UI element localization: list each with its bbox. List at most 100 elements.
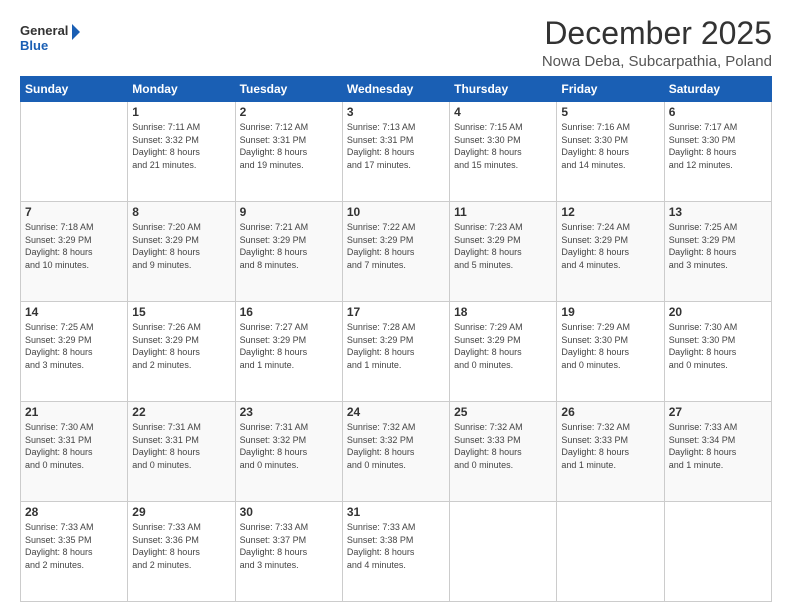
day-number: 8 — [132, 205, 230, 219]
day-number: 9 — [240, 205, 338, 219]
day-info: Sunrise: 7:26 AM Sunset: 3:29 PM Dayligh… — [132, 321, 230, 371]
day-info: Sunrise: 7:32 AM Sunset: 3:33 PM Dayligh… — [561, 421, 659, 471]
header-day-friday: Friday — [557, 77, 664, 102]
calendar-cell: 5 Sunrise: 7:16 AM Sunset: 3:30 PM Daylig… — [557, 102, 664, 202]
calendar-cell: 30 Sunrise: 7:33 AM Sunset: 3:37 PM Dayli… — [235, 502, 342, 602]
svg-text:General: General — [20, 23, 68, 38]
calendar-cell: 10 Sunrise: 7:22 AM Sunset: 3:29 PM Dayli… — [342, 202, 449, 302]
day-info: Sunrise: 7:29 AM Sunset: 3:29 PM Dayligh… — [454, 321, 552, 371]
calendar-cell: 1 Sunrise: 7:11 AM Sunset: 3:32 PM Daylig… — [128, 102, 235, 202]
day-number: 16 — [240, 305, 338, 319]
day-number: 15 — [132, 305, 230, 319]
calendar-cell: 18 Sunrise: 7:29 AM Sunset: 3:29 PM Dayli… — [450, 302, 557, 402]
day-number: 11 — [454, 205, 552, 219]
day-info: Sunrise: 7:31 AM Sunset: 3:32 PM Dayligh… — [240, 421, 338, 471]
day-info: Sunrise: 7:16 AM Sunset: 3:30 PM Dayligh… — [561, 121, 659, 171]
calendar-week-2: 14 Sunrise: 7:25 AM Sunset: 3:29 PM Dayli… — [21, 302, 772, 402]
page: General Blue December 2025 Nowa Deba, Su… — [0, 0, 792, 612]
calendar-header-row: SundayMondayTuesdayWednesdayThursdayFrid… — [21, 77, 772, 102]
day-number: 24 — [347, 405, 445, 419]
calendar-cell: 19Sunrise: 7:29 AM Sunset: 3:30 PM Dayli… — [557, 302, 664, 402]
day-info: Sunrise: 7:15 AM Sunset: 3:30 PM Dayligh… — [454, 121, 552, 171]
calendar-cell: 20 Sunrise: 7:30 AM Sunset: 3:30 PM Dayli… — [664, 302, 771, 402]
calendar-cell: 21 Sunrise: 7:30 AM Sunset: 3:31 PM Dayli… — [21, 402, 128, 502]
calendar-cell — [664, 502, 771, 602]
calendar-cell: 6Sunrise: 7:17 AM Sunset: 3:30 PM Daylig… — [664, 102, 771, 202]
day-number: 30 — [240, 505, 338, 519]
header-day-tuesday: Tuesday — [235, 77, 342, 102]
day-info: Sunrise: 7:33 AM Sunset: 3:35 PM Dayligh… — [25, 521, 123, 571]
day-info: Sunrise: 7:21 AM Sunset: 3:29 PM Dayligh… — [240, 221, 338, 271]
day-info: Sunrise: 7:33 AM Sunset: 3:38 PM Dayligh… — [347, 521, 445, 571]
day-info: Sunrise: 7:30 AM Sunset: 3:30 PM Dayligh… — [669, 321, 767, 371]
day-number: 14 — [25, 305, 123, 319]
logo: General Blue — [20, 20, 80, 56]
day-info: Sunrise: 7:18 AM Sunset: 3:29 PM Dayligh… — [25, 221, 123, 271]
day-info: Sunrise: 7:30 AM Sunset: 3:31 PM Dayligh… — [25, 421, 123, 471]
calendar-cell: 29 Sunrise: 7:33 AM Sunset: 3:36 PM Dayli… — [128, 502, 235, 602]
header-day-wednesday: Wednesday — [342, 77, 449, 102]
title-block: December 2025 Nowa Deba, Subcarpathia, P… — [542, 16, 772, 70]
calendar-table: SundayMondayTuesdayWednesdayThursdayFrid… — [20, 76, 772, 602]
day-number: 10 — [347, 205, 445, 219]
day-info: Sunrise: 7:25 AM Sunset: 3:29 PM Dayligh… — [25, 321, 123, 371]
day-number: 26 — [561, 405, 659, 419]
day-number: 28 — [25, 505, 123, 519]
day-info: Sunrise: 7:27 AM Sunset: 3:29 PM Dayligh… — [240, 321, 338, 371]
calendar-cell: 15 Sunrise: 7:26 AM Sunset: 3:29 PM Dayli… — [128, 302, 235, 402]
day-number: 25 — [454, 405, 552, 419]
day-info: Sunrise: 7:32 AM Sunset: 3:32 PM Dayligh… — [347, 421, 445, 471]
header-day-monday: Monday — [128, 77, 235, 102]
calendar-cell: 24 Sunrise: 7:32 AM Sunset: 3:32 PM Dayli… — [342, 402, 449, 502]
day-number: 17 — [347, 305, 445, 319]
calendar-cell: 9 Sunrise: 7:21 AM Sunset: 3:29 PM Daylig… — [235, 202, 342, 302]
day-number: 22 — [132, 405, 230, 419]
calendar-cell: 7 Sunrise: 7:18 AM Sunset: 3:29 PM Daylig… — [21, 202, 128, 302]
day-info: Sunrise: 7:33 AM Sunset: 3:34 PM Dayligh… — [669, 421, 767, 471]
calendar-cell — [450, 502, 557, 602]
day-info: Sunrise: 7:13 AM Sunset: 3:31 PM Dayligh… — [347, 121, 445, 171]
calendar-cell: 11 Sunrise: 7:23 AM Sunset: 3:29 PM Dayli… — [450, 202, 557, 302]
day-number: 29 — [132, 505, 230, 519]
day-number: 6 — [669, 105, 767, 119]
day-number: 13 — [669, 205, 767, 219]
calendar-cell — [557, 502, 664, 602]
calendar-cell — [21, 102, 128, 202]
calendar-cell: 14 Sunrise: 7:25 AM Sunset: 3:29 PM Dayli… — [21, 302, 128, 402]
calendar-week-3: 21 Sunrise: 7:30 AM Sunset: 3:31 PM Dayli… — [21, 402, 772, 502]
day-info: Sunrise: 7:24 AM Sunset: 3:29 PM Dayligh… — [561, 221, 659, 271]
day-info: Sunrise: 7:33 AM Sunset: 3:37 PM Dayligh… — [240, 521, 338, 571]
day-info: Sunrise: 7:11 AM Sunset: 3:32 PM Dayligh… — [132, 121, 230, 171]
subtitle: Nowa Deba, Subcarpathia, Poland — [542, 53, 772, 70]
day-number: 21 — [25, 405, 123, 419]
header: General Blue December 2025 Nowa Deba, Su… — [20, 16, 772, 70]
day-info: Sunrise: 7:23 AM Sunset: 3:29 PM Dayligh… — [454, 221, 552, 271]
logo-svg: General Blue — [20, 20, 80, 56]
calendar-cell: 4Sunrise: 7:15 AM Sunset: 3:30 PM Daylig… — [450, 102, 557, 202]
day-number: 19 — [561, 305, 659, 319]
calendar-cell: 25Sunrise: 7:32 AM Sunset: 3:33 PM Dayli… — [450, 402, 557, 502]
day-info: Sunrise: 7:33 AM Sunset: 3:36 PM Dayligh… — [132, 521, 230, 571]
day-number: 3 — [347, 105, 445, 119]
day-number: 2 — [240, 105, 338, 119]
day-number: 23 — [240, 405, 338, 419]
day-number: 18 — [454, 305, 552, 319]
calendar-cell: 28 Sunrise: 7:33 AM Sunset: 3:35 PM Dayli… — [21, 502, 128, 602]
day-number: 31 — [347, 505, 445, 519]
day-info: Sunrise: 7:20 AM Sunset: 3:29 PM Dayligh… — [132, 221, 230, 271]
header-day-thursday: Thursday — [450, 77, 557, 102]
day-number: 7 — [25, 205, 123, 219]
day-number: 5 — [561, 105, 659, 119]
day-number: 1 — [132, 105, 230, 119]
day-info: Sunrise: 7:22 AM Sunset: 3:29 PM Dayligh… — [347, 221, 445, 271]
day-number: 27 — [669, 405, 767, 419]
main-title: December 2025 — [542, 16, 772, 51]
calendar-cell: 16 Sunrise: 7:27 AM Sunset: 3:29 PM Dayli… — [235, 302, 342, 402]
calendar-week-1: 7 Sunrise: 7:18 AM Sunset: 3:29 PM Daylig… — [21, 202, 772, 302]
calendar-cell: 3 Sunrise: 7:13 AM Sunset: 3:31 PM Daylig… — [342, 102, 449, 202]
day-info: Sunrise: 7:25 AM Sunset: 3:29 PM Dayligh… — [669, 221, 767, 271]
svg-text:Blue: Blue — [20, 38, 48, 53]
day-number: 20 — [669, 305, 767, 319]
header-day-sunday: Sunday — [21, 77, 128, 102]
day-number: 12 — [561, 205, 659, 219]
